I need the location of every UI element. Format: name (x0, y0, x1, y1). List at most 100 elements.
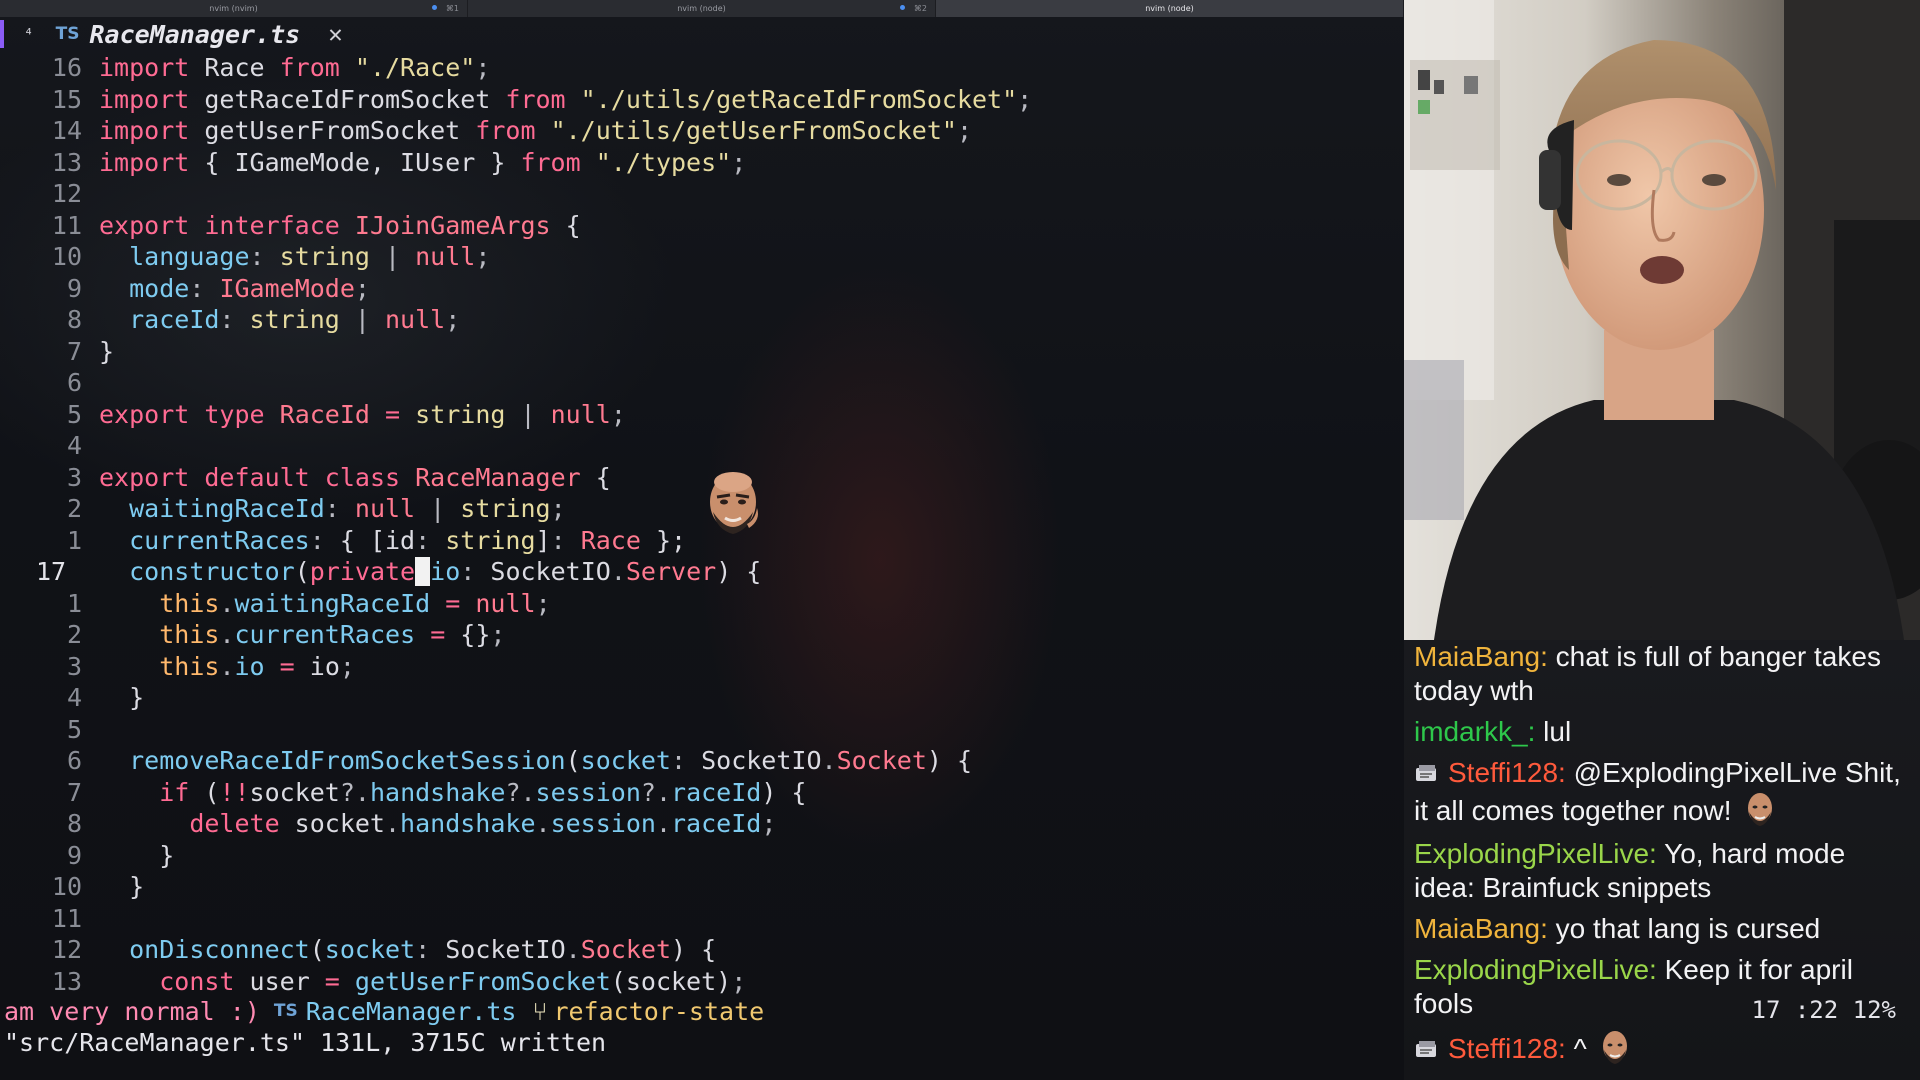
code-line[interactable]: 15 import getRaceIdFromSocket from "./uti… (0, 84, 1404, 116)
code-text[interactable]: const user = getUserFromSocket(socket); (82, 966, 746, 998)
code-line[interactable]: 10 language: string | null; (0, 241, 1404, 273)
chat-username[interactable]: MaiaBang: (1414, 913, 1548, 944)
code-token: | (415, 494, 461, 523)
code-token: getRaceIdFromSocket (189, 84, 506, 114)
code-line[interactable]: 7} (0, 336, 1404, 368)
code-line[interactable]: 5 (0, 714, 1404, 746)
code-token: socket (249, 777, 340, 807)
code-text[interactable]: mode: IGameMode; (82, 273, 370, 305)
code-text[interactable]: this.io = io; (82, 651, 355, 683)
code-text[interactable]: export interface IJoinGameArgs { (82, 210, 581, 242)
code-text[interactable]: language: string | null; (82, 241, 490, 273)
code-text[interactable]: import getRaceIdFromSocket from "./utils… (82, 84, 1032, 116)
code-line[interactable]: 6 removeRaceIdFromSocketSession(socket: … (0, 745, 1404, 777)
code-line[interactable]: 8 delete socket.handshake.session.raceId… (0, 808, 1404, 840)
code-line[interactable]: 9 } (0, 840, 1404, 872)
git-branch-icon: ⑂ (532, 997, 548, 1026)
code-token: { IGameMode, IUser } (189, 147, 521, 177)
code-text[interactable] (82, 430, 99, 462)
code-line[interactable]: 9 mode: IGameMode; (0, 273, 1404, 305)
code-line[interactable]: 11 (0, 903, 1404, 935)
code-text[interactable]: } (82, 871, 144, 903)
chat-username[interactable]: MaiaBang: (1414, 641, 1548, 672)
code-line[interactable]: 2 this.currentRaces = {}; (0, 619, 1404, 651)
code-text[interactable]: raceId: string | null; (82, 304, 460, 336)
code-text[interactable] (82, 178, 99, 210)
code-token: : (219, 305, 250, 334)
code-token: RaceManager (415, 462, 581, 492)
code-text[interactable]: waitingRaceId: null | string; (82, 493, 566, 525)
code-area[interactable]: 16 import Race from "./Race"; 15 import get… (0, 52, 1404, 997)
code-line[interactable]: 1 this.waitingRaceId = null; (0, 588, 1404, 620)
code-text[interactable] (82, 367, 99, 399)
code-line[interactable]: 10 } (0, 871, 1404, 903)
code-line[interactable]: 12 onDisconnect(socket: SocketIO.Socket)… (0, 934, 1404, 966)
neovim-editor[interactable]: nvim (nvim) ⌘1 nvim (node) ⌘2 nvim (node) ⁴ … (0, 0, 1404, 1080)
code-line[interactable]: 3 export default class RaceManager { (0, 462, 1404, 494)
code-token: } (99, 840, 175, 870)
code-token: ( (309, 935, 325, 964)
code-line-current[interactable]: 17 constructor(private io: SocketIO.Serv… (0, 556, 1404, 588)
code-line[interactable]: 2 waitingRaceId: null | string; (0, 493, 1404, 525)
close-icon[interactable]: ✕ (328, 20, 342, 48)
chat-username[interactable]: Steffi128: (1448, 1033, 1566, 1064)
code-line[interactable]: 11 export interface IJoinGameArgs { (0, 210, 1404, 242)
buffer-filename[interactable]: RaceManager.ts (89, 20, 300, 49)
chat-username[interactable]: ExplodingPixelLive: (1414, 838, 1657, 869)
code-text[interactable]: removeRaceIdFromSocketSession(socket: So… (82, 745, 972, 777)
chat-username[interactable]: ExplodingPixelLive: (1414, 954, 1657, 985)
code-text[interactable]: export default class RaceManager { (82, 462, 611, 494)
terminal-tab-2[interactable]: nvim (node) ⌘2 (468, 0, 936, 17)
code-token: Server (625, 557, 717, 586)
code-token: currentRaces (234, 620, 416, 649)
code-text[interactable]: import getUserFromSocket from "./utils/g… (82, 115, 972, 147)
code-text[interactable] (82, 714, 99, 746)
code-line[interactable]: 4 (0, 430, 1404, 462)
code-text[interactable]: this.waitingRaceId = null; (82, 588, 550, 620)
code-line[interactable]: 13 import { IGameMode, IUser } from "./ty… (0, 147, 1404, 179)
code-token: constructor (129, 557, 295, 586)
code-text[interactable]: onDisconnect(socket: SocketIO.Socket) { (82, 934, 716, 966)
code-line[interactable]: 12 (0, 178, 1404, 210)
code-token: socket (279, 809, 385, 838)
chat-message: MaiaBang: yo that lang is cursed (1414, 912, 1910, 946)
code-token: const (159, 966, 235, 996)
code-text[interactable]: import { IGameMode, IUser } from "./type… (82, 147, 746, 179)
chat-username[interactable]: Steffi128: (1448, 757, 1566, 788)
vim-command-line[interactable]: "src/RaceManager.ts" 131L, 3715C written (0, 1027, 1404, 1059)
code-line[interactable]: 7 if (!!socket?.handshake?.session?.race… (0, 777, 1404, 809)
chat-username[interactable]: imdarkk_: (1414, 716, 1535, 747)
code-line[interactable]: 16 import Race from "./Race"; (0, 52, 1404, 84)
code-text[interactable]: } (82, 336, 114, 368)
code-token: (socket) (610, 966, 732, 996)
code-line[interactable]: 4 } (0, 682, 1404, 714)
code-text[interactable]: constructor(private io: SocketIO.Server)… (82, 556, 761, 588)
code-line[interactable]: 3 this.io = io; (0, 651, 1404, 683)
code-token: ( (189, 777, 220, 807)
line-number: 3 (66, 651, 82, 681)
code-text[interactable]: import Race from "./Race"; (82, 52, 490, 84)
code-text[interactable]: currentRaces: { [id: string]: Race }; (82, 525, 686, 557)
terminal-tab-1[interactable]: nvim (nvim) ⌘1 (0, 0, 468, 17)
code-text[interactable]: this.currentRaces = {}; (82, 619, 505, 651)
code-line[interactable]: 8 raceId: string | null; (0, 304, 1404, 336)
code-line[interactable]: 13 const user = getUserFromSocket(socket… (0, 966, 1404, 998)
code-text[interactable]: } (82, 682, 144, 714)
code-line[interactable]: 6 (0, 367, 1404, 399)
line-number: 7 (66, 777, 82, 807)
code-text[interactable]: if (!!socket?.handshake?.session?.raceId… (82, 777, 806, 809)
code-text[interactable]: } (82, 840, 174, 872)
buffer-tab[interactable]: ⁴ TS RaceManager.ts ✕ (0, 19, 420, 49)
code-line[interactable]: 5 export type RaceId = string | null; (0, 399, 1404, 431)
code-text[interactable] (82, 903, 99, 935)
code-text[interactable]: export type RaceId = string | null; (82, 399, 626, 431)
code-text[interactable]: delete socket.handshake.session.raceId; (82, 808, 776, 840)
code-line[interactable]: 14 import getUserFromSocket from "./utils… (0, 115, 1404, 147)
code-line[interactable]: 1 currentRaces: { [id: string]: Race }; (0, 525, 1404, 557)
terminal-tab-3[interactable]: nvim (node) (936, 0, 1404, 17)
